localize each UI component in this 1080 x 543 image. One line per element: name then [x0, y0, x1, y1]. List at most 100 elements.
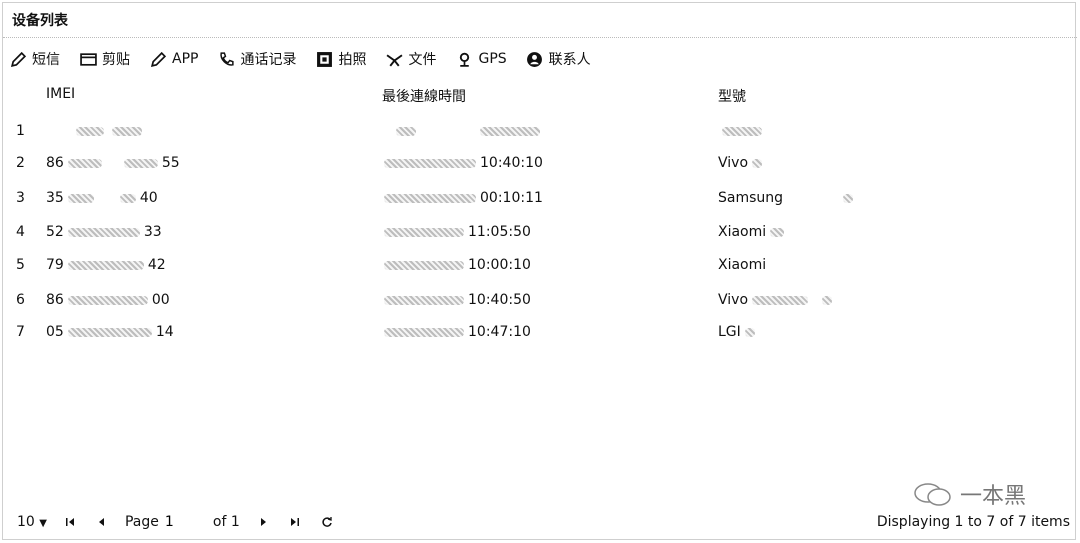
toolbar-app-button[interactable]: APP — [149, 50, 198, 68]
file-icon — [385, 50, 403, 68]
toolbar-sms-label: 短信 — [32, 52, 60, 68]
last-connection-cell: 10:40:50 — [380, 285, 531, 315]
card-icon — [79, 50, 97, 68]
pagination-summary: Displaying 1 to 7 of 7 items — [876, 514, 1070, 530]
row-number: 7 — [16, 324, 25, 340]
page-number-input[interactable] — [164, 512, 185, 532]
redacted-mask — [67, 158, 102, 168]
redacted-mask — [744, 327, 755, 337]
page-label: Page — [124, 514, 159, 530]
refresh-button[interactable] — [318, 513, 336, 531]
model-name: LGI — [718, 324, 741, 340]
toolbar-sms-button[interactable]: 短信 — [9, 49, 60, 69]
phone-icon — [217, 50, 235, 68]
toolbar-call-log-label: 通话记录 — [240, 52, 297, 68]
imei-prefix: 86 — [46, 155, 64, 171]
toolbar-file-label: 文件 — [408, 52, 437, 68]
model-name: Vivo — [718, 155, 749, 171]
redacted-mask — [67, 227, 140, 237]
imei-prefix: 35 — [46, 190, 64, 206]
table-row[interactable]: 1 — [0, 116, 1075, 146]
model-cell — [718, 116, 766, 146]
column-header-last-connection[interactable]: 最後連線時間 — [382, 86, 466, 106]
redacted-mask — [67, 193, 94, 203]
last-connection-cell: 10:47:10 — [380, 317, 531, 347]
location-pin-icon — [455, 50, 473, 68]
row-number: 3 — [16, 190, 25, 206]
redacted-mask — [752, 295, 809, 305]
model-cell: LGI — [718, 317, 759, 347]
redacted-mask — [770, 227, 785, 237]
next-page-icon — [260, 518, 266, 526]
model-name: Samsung — [718, 190, 784, 206]
row-number: 4 — [16, 224, 25, 240]
redacted-mask — [76, 126, 104, 136]
redacted-mask — [722, 126, 762, 136]
redacted-mask — [480, 126, 540, 136]
toolbar-gps-label: GPS — [478, 51, 507, 67]
table-row[interactable]: 4 52 33 11:05:50 Xiaomi — [0, 217, 1075, 247]
imei-suffix: 42 — [147, 257, 166, 273]
last-connection-time: 10:00:10 — [468, 257, 531, 273]
redacted-mask — [67, 327, 152, 337]
imei-prefix: 52 — [46, 224, 64, 240]
toolbar-file-button[interactable]: 文件 — [385, 49, 436, 69]
imei-cell: 79 42 — [46, 250, 166, 280]
toolbar-clipboard-label: 剪贴 — [102, 52, 130, 68]
redacted-mask — [384, 193, 476, 203]
page-size-select[interactable]: 10 ▼ — [17, 514, 47, 530]
table-row[interactable]: 3 35 40 00:10:11 Samsung — [0, 183, 1075, 213]
last-connection-cell: 10:40:10 — [380, 148, 543, 178]
chat-bubble-icon — [914, 483, 951, 506]
redacted-mask — [384, 260, 464, 270]
toolbar-call-log-button[interactable]: 通话记录 — [217, 49, 296, 69]
last-connection-time: 00:10:11 — [480, 190, 543, 206]
last-connection-cell — [380, 116, 544, 146]
page-count-label: of 1 — [212, 514, 240, 530]
model-cell: Xiaomi — [718, 217, 788, 247]
column-header-imei[interactable]: IMEI — [46, 86, 75, 102]
imei-cell — [46, 116, 146, 146]
redacted-mask — [384, 327, 464, 337]
imei-cell: 86 55 — [46, 148, 180, 178]
imei-suffix: 40 — [139, 190, 158, 206]
redacted-mask — [123, 158, 158, 168]
column-header-model[interactable]: 型號 — [718, 86, 746, 106]
row-number: 1 — [16, 123, 25, 139]
table-row[interactable]: 5 79 42 10:00:10 Xiaomi — [0, 250, 1075, 280]
imei-suffix: 14 — [155, 324, 174, 340]
imei-cell: 52 33 — [46, 217, 162, 247]
imei-prefix: 79 — [46, 257, 64, 273]
model-name: Xiaomi — [718, 257, 767, 273]
toolbar-contacts-label: 联系人 — [548, 52, 591, 68]
toolbar-camera-button[interactable]: 拍照 — [315, 49, 366, 69]
model-cell: Xiaomi — [718, 250, 766, 280]
toolbar-camera-label: 拍照 — [338, 52, 367, 68]
pencil-icon — [149, 50, 167, 68]
redacted-mask — [67, 260, 144, 270]
last-connection-time: 11:05:50 — [468, 224, 531, 240]
chevron-down-icon: ▼ — [39, 518, 47, 529]
imei-suffix: 55 — [161, 155, 180, 171]
toolbar-gps-button[interactable]: GPS — [455, 50, 507, 68]
redacted-mask — [67, 295, 148, 305]
redacted-mask — [384, 227, 464, 237]
table-row[interactable]: 2 86 55 10:40:10 Vivo — [0, 148, 1075, 178]
toolbar-contacts-button[interactable]: 联系人 — [526, 49, 591, 69]
panel-title-text: 设备列表 — [12, 13, 68, 29]
redacted-mask — [119, 193, 136, 203]
prev-page-button[interactable] — [93, 513, 111, 531]
toolbar-clipboard-button[interactable]: 剪贴 — [79, 49, 130, 69]
redacted-mask — [843, 193, 854, 203]
last-connection-time: 10:47:10 — [468, 324, 531, 340]
table-row[interactable]: 7 05 14 10:47:10 LGI — [0, 317, 1075, 347]
model-cell: Vivo — [718, 285, 836, 315]
first-page-button[interactable] — [61, 513, 79, 531]
panel-title: 设备列表 — [3, 3, 1077, 38]
table-row[interactable]: 6 86 00 10:40:50 Vivo — [0, 285, 1075, 315]
last-connection-cell: 00:10:11 — [380, 183, 543, 213]
next-page-button[interactable] — [254, 513, 272, 531]
last-page-button[interactable] — [286, 513, 304, 531]
model-name: Xiaomi — [718, 224, 767, 240]
imei-cell: 35 40 — [46, 183, 158, 213]
